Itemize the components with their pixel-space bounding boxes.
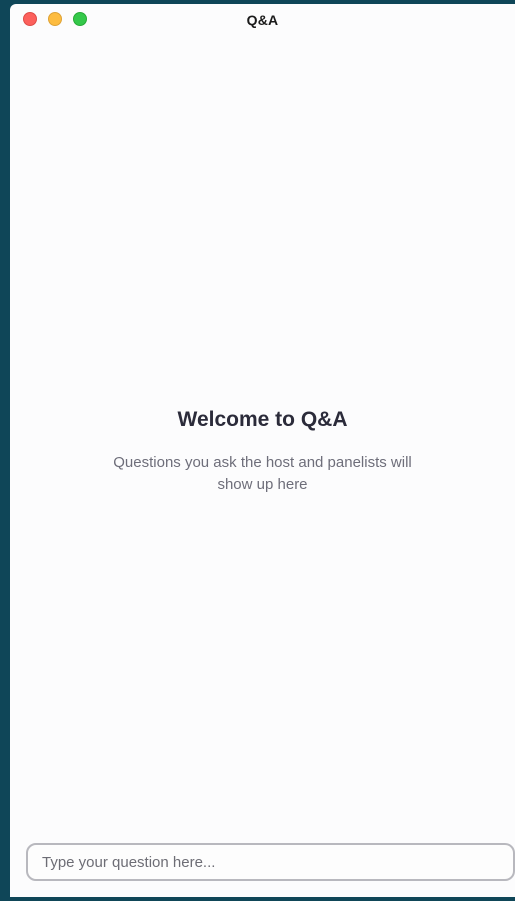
window-title: Q&A: [246, 12, 279, 28]
title-bar[interactable]: Q&A: [10, 4, 515, 34]
qa-window: Q&A Welcome to Q&A Questions you ask the…: [10, 4, 515, 897]
empty-state-description: Questions you ask the host and panelists…: [113, 454, 412, 493]
empty-state: Welcome to Q&A Questions you ask the hos…: [10, 408, 515, 496]
question-input[interactable]: [26, 843, 515, 881]
empty-state-title: Welcome to Q&A: [177, 408, 348, 431]
